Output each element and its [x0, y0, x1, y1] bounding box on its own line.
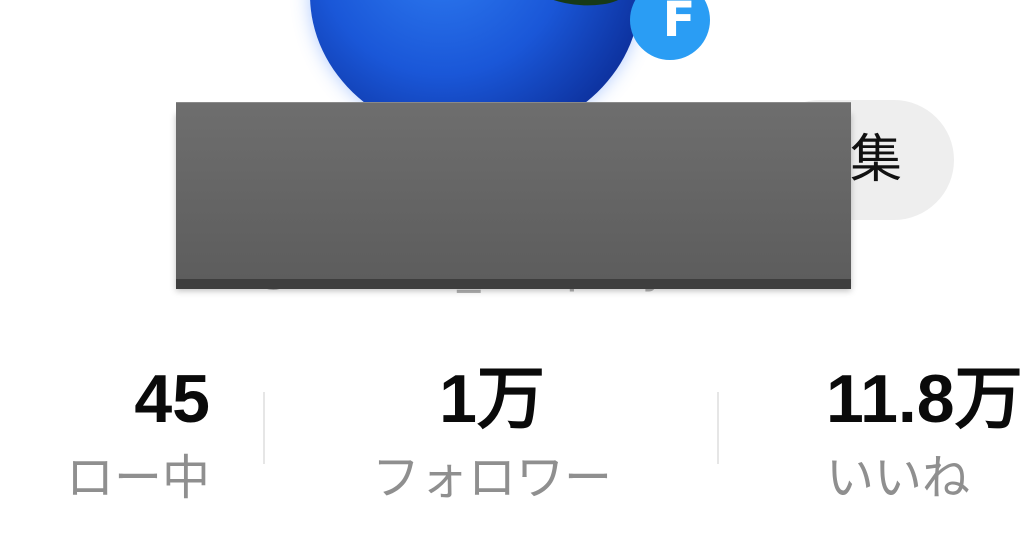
- following-label: ロー中: [65, 450, 210, 506]
- stat-likes[interactable]: 11.8万 いいね: [826, 362, 1024, 508]
- likes-count: 11.8万: [826, 361, 1023, 437]
- likes-label: いいね: [826, 450, 971, 506]
- followers-count: 1万: [439, 361, 545, 437]
- stat-followers[interactable]: 1万 フォロワー: [332, 362, 652, 508]
- stat-divider: [717, 392, 719, 464]
- stat-following[interactable]: 45 ロー中: [0, 362, 210, 508]
- redaction-block: [176, 102, 851, 279]
- edit-profile-label: 集: [850, 130, 903, 190]
- continent-shape: [489, 0, 640, 12]
- following-count: 45: [134, 361, 210, 437]
- followers-label: フォロワー: [371, 450, 612, 506]
- stat-divider: [263, 392, 265, 464]
